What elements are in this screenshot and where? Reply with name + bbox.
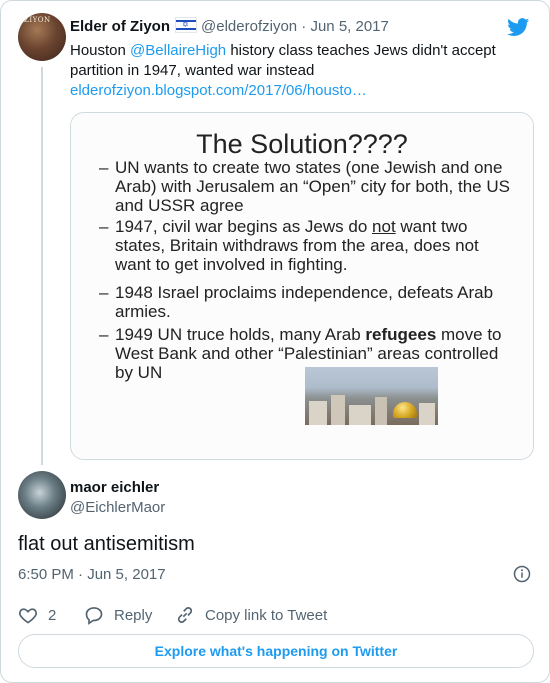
bold-refugees: refugees: [365, 325, 437, 344]
bullet-dash: –: [99, 283, 109, 302]
golden-dome: [393, 402, 417, 418]
attached-slide-image[interactable]: The Solution???? – UN wants to create tw…: [70, 112, 534, 460]
like-button[interactable]: 2: [18, 605, 56, 625]
tweet-card: ZIYON Elder of Ziyon ✡ @elderofziyon · Jun…: [0, 0, 550, 683]
slide-bullet-1: – UN wants to create two states (one Jew…: [99, 158, 514, 215]
reply-author-handle[interactable]: @EichlerMaor: [70, 499, 165, 516]
link-icon: [177, 607, 193, 623]
quoted-tweet-text: Houston @BellaireHigh history class teac…: [70, 41, 510, 101]
reply-tweet-text: flat out antisemitism: [18, 533, 195, 555]
israel-flag-icon: ✡: [175, 17, 198, 33]
bullet-text: 1948 Israel proclaims independence, defe…: [115, 283, 494, 321]
like-count: 2: [48, 606, 57, 624]
copy-link-button[interactable]: Copy link to Tweet: [175, 605, 327, 625]
explore-twitter-button[interactable]: Explore what's happening on Twitter: [18, 634, 534, 668]
info-icon[interactable]: [513, 565, 531, 583]
quoted-author-handle[interactable]: @elderofziyon: [201, 18, 297, 35]
slide-title: The Solution????: [196, 129, 408, 159]
quoted-author-name[interactable]: Elder of Ziyon: [70, 18, 170, 35]
twitter-bird-icon[interactable]: [506, 16, 531, 38]
quoted-tweet-header: Elder of Ziyon ✡ @elderofziyon · Jun 5, 20…: [70, 17, 389, 35]
bullet-dash: –: [99, 325, 109, 344]
slide-bullet-3: – 1948 Israel proclaims independence, de…: [99, 283, 514, 321]
avatar-logo-text: ZIYON: [24, 16, 51, 24]
elder-of-ziyon-avatar[interactable]: ZIYON: [18, 13, 66, 61]
reply-author-name[interactable]: maor eichler: [70, 479, 159, 496]
heart-icon: [19, 608, 37, 624]
bullet-text: 1947, civil war begins as Jews do: [115, 217, 373, 236]
bellairehigh-mention-link[interactable]: @BellaireHigh: [130, 42, 226, 59]
bullet-dash: –: [99, 217, 109, 236]
bullet-dash: –: [99, 158, 109, 177]
blog-url-link[interactable]: elderofziyon.blogspot.com/2017/06/housto…: [70, 82, 367, 99]
reply-bubble-icon: [85, 607, 103, 625]
reply-button[interactable]: Reply: [84, 605, 152, 625]
header-separator: ·: [301, 18, 307, 35]
reply-timestamp[interactable]: 6:50 PM · Jun 5, 2017: [18, 566, 166, 583]
thread-line: [41, 67, 43, 465]
underlined-not: not: [372, 217, 396, 236]
slide-background: The Solution???? – UN wants to create tw…: [71, 113, 533, 459]
bullet-text: 1949 UN truce holds, many Arab: [115, 325, 366, 344]
maor-eichler-avatar[interactable]: [18, 471, 66, 519]
slide-bullet-2: – 1947, civil war begins as Jews do not …: [99, 217, 514, 274]
quoted-tweet-date[interactable]: Jun 5, 2017: [310, 18, 388, 35]
jerusalem-photo: [305, 367, 438, 425]
copy-link-label: Copy link to Tweet: [205, 606, 328, 624]
bullet-text: UN wants to create two states (one Jewis…: [115, 158, 510, 215]
reply-label: Reply: [114, 606, 153, 624]
tweet-text-part1: Houston: [70, 42, 131, 59]
